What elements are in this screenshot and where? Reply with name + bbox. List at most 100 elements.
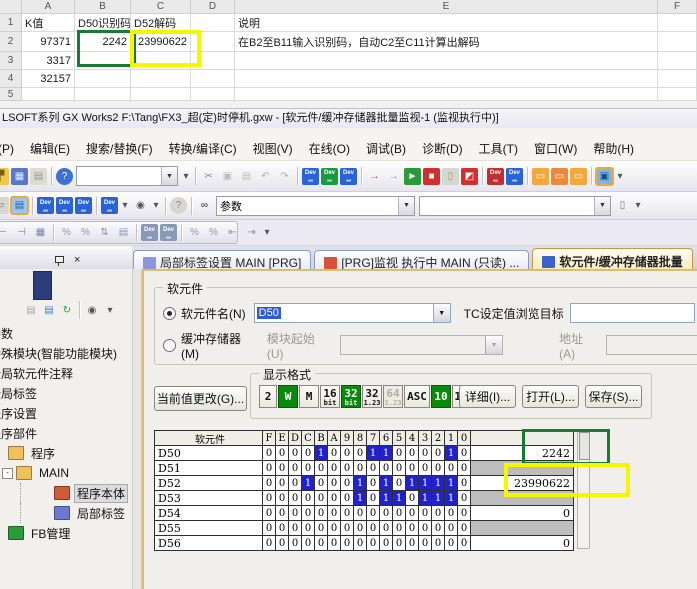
bit-cell[interactable]: 1 xyxy=(302,476,315,491)
device-cell[interactable]: D54 xyxy=(155,506,263,521)
bit-cell[interactable]: 0 xyxy=(341,476,354,491)
device-cell[interactable]: D53 xyxy=(155,491,263,506)
bit-cell[interactable]: 0 xyxy=(289,536,302,551)
excel-row-header[interactable]: 3 xyxy=(0,52,22,70)
excel-cell[interactable] xyxy=(235,70,658,88)
value-cell[interactable] xyxy=(471,461,574,476)
dev-batch-icon[interactable]: Dev xyxy=(75,197,92,214)
bit-cell[interactable]: 0 xyxy=(380,536,393,551)
excel-cell[interactable] xyxy=(235,52,658,70)
bit-cell[interactable]: 0 xyxy=(393,506,406,521)
monitor-pause-icon[interactable]: ▯ xyxy=(442,168,459,185)
bit-cell[interactable]: 1 xyxy=(432,476,445,491)
bit-cell[interactable]: 0 xyxy=(393,536,406,551)
step-in-icon[interactable]: ⇤ xyxy=(224,224,241,241)
combo-arrow-icon[interactable]: ▼ xyxy=(433,304,450,322)
bit-cell[interactable]: 0 xyxy=(289,491,302,506)
bit-cell[interactable]: 0 xyxy=(419,521,432,536)
bit-cell[interactable]: 0 xyxy=(276,476,289,491)
bit-cell[interactable]: 0 xyxy=(354,446,367,461)
bit-cell[interactable]: 0 xyxy=(315,521,328,536)
cross-reference-icon[interactable]: ∞ xyxy=(196,197,213,214)
excel-cell[interactable]: K值 xyxy=(22,14,75,32)
bit-cell[interactable]: 0 xyxy=(458,521,471,536)
excel-cell[interactable] xyxy=(131,88,191,101)
menu-item-h[interactable]: 帮助(H) xyxy=(585,138,642,159)
tree-item-MAIN[interactable]: -MAIN xyxy=(0,463,132,483)
bit-cell[interactable]: 0 xyxy=(289,461,302,476)
bit-cell[interactable]: 0 xyxy=(458,536,471,551)
bit-cell[interactable]: 1 xyxy=(393,491,406,506)
bit-cell[interactable]: 0 xyxy=(315,491,328,506)
statement-display-icon[interactable]: ▭ xyxy=(551,168,568,185)
bit-cell[interactable]: 0 xyxy=(328,536,341,551)
excel-cell[interactable]: 在B2至B11输入识别码，自动C2至C11计算出解码 xyxy=(235,32,658,52)
format-decimal-button[interactable]: 10 xyxy=(431,385,451,408)
sidebar-paste-icon[interactable]: ▤ xyxy=(23,302,39,318)
step-out-icon[interactable]: ⇥ xyxy=(243,224,260,241)
bit-cell[interactable]: 0 xyxy=(432,446,445,461)
sidebar-sort-icon[interactable]: ◉ xyxy=(84,302,100,318)
excel-cell[interactable]: D52解码 xyxy=(131,14,191,32)
bit-cell[interactable]: 0 xyxy=(406,521,419,536)
tree-item-程序[interactable]: 程序 xyxy=(0,443,132,463)
bit-cell[interactable]: 1 xyxy=(432,491,445,506)
excel-cell[interactable]: 说明 xyxy=(235,14,658,32)
bit-cell[interactable]: 1 xyxy=(445,476,458,491)
chevron-down-icon[interactable]: ▾ xyxy=(151,197,161,214)
excel-cell[interactable] xyxy=(191,14,235,32)
monitor-mode-icon[interactable]: ▦ xyxy=(32,224,49,241)
excel-cell[interactable]: 32157 xyxy=(22,70,75,88)
bit-cell[interactable]: 0 xyxy=(328,446,341,461)
device-cell[interactable]: D56 xyxy=(155,536,263,551)
bit-cell[interactable]: 0 xyxy=(406,506,419,521)
menu-item-d[interactable]: 诊断(D) xyxy=(414,138,471,159)
excel-cell[interactable] xyxy=(191,88,235,101)
detail-button[interactable]: 详细(I)... xyxy=(459,385,516,408)
excel-cell[interactable] xyxy=(191,52,235,70)
bit-cell[interactable]: 1 xyxy=(315,446,328,461)
value-cell[interactable]: 0 xyxy=(471,506,574,521)
bit-cell[interactable]: 0 xyxy=(419,536,432,551)
menu-item-v[interactable]: 视图(V) xyxy=(245,138,301,159)
bit-cell[interactable]: 0 xyxy=(263,521,276,536)
bit-cell[interactable]: 0 xyxy=(276,506,289,521)
excel-cell[interactable]: 3317 xyxy=(22,52,75,70)
device-cell[interactable]: D50 xyxy=(155,446,263,461)
device-name-combo[interactable]: D50 ▼ xyxy=(254,303,451,323)
excel-cell[interactable]: 97371 xyxy=(22,32,75,52)
bit-cell[interactable]: 0 xyxy=(458,461,471,476)
bit-cell[interactable]: 0 xyxy=(354,506,367,521)
bit-cell[interactable]: 0 xyxy=(341,446,354,461)
value-cell[interactable]: 2242 xyxy=(471,446,574,461)
excel-cell[interactable] xyxy=(191,70,235,88)
bit-cell[interactable]: 0 xyxy=(393,446,406,461)
bit-cell[interactable]: 0 xyxy=(341,461,354,476)
bit-cell[interactable]: 0 xyxy=(458,491,471,506)
bit-cell[interactable]: 0 xyxy=(263,536,276,551)
bit-cell[interactable]: 0 xyxy=(445,506,458,521)
format-ascii-button[interactable]: ASC xyxy=(404,385,430,408)
context-help-icon[interactable]: ? xyxy=(170,197,187,214)
monitor-start-icon[interactable]: ► xyxy=(404,168,421,185)
bit-cell[interactable]: 0 xyxy=(380,461,393,476)
value-cell[interactable]: 23990622 xyxy=(471,476,574,491)
excel-cell[interactable]: D50识别码 xyxy=(75,14,131,32)
chevron-down-icon[interactable]: ▼ xyxy=(594,197,610,215)
table-scrollbar[interactable] xyxy=(577,430,590,549)
excel-cell[interactable] xyxy=(658,32,697,52)
forced-io-icon[interactable]: ⇅ xyxy=(96,224,113,241)
bit-cell[interactable]: 0 xyxy=(367,521,380,536)
format-32real-button[interactable]: 321.23 xyxy=(362,385,382,408)
menu-item-e[interactable]: 编辑(E) xyxy=(22,138,78,159)
navigation-view-block[interactable] xyxy=(33,271,52,300)
bit-cell[interactable]: 0 xyxy=(302,521,315,536)
bit-cell[interactable]: 1 xyxy=(354,491,367,506)
bit-cell[interactable]: 1 xyxy=(419,476,432,491)
close-icon[interactable]: × xyxy=(74,255,80,265)
bit-cell[interactable]: 0 xyxy=(432,461,445,476)
tree-item-特殊模块(智能功能模块)[interactable]: 特殊模块(智能功能模块) xyxy=(0,343,132,363)
dev-skip-icon[interactable]: Dev xyxy=(141,224,158,241)
toolbar-options-icon[interactable]: ▾ xyxy=(181,168,191,185)
bit-cell[interactable]: 0 xyxy=(367,491,380,506)
